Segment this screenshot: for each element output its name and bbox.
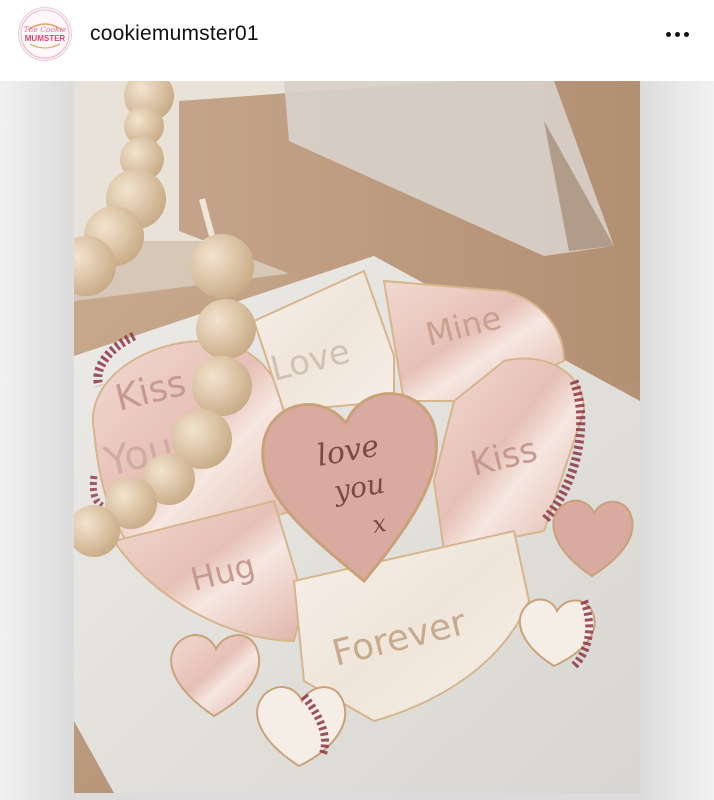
avatar-logo-icon: The Cookie MUMSTER [20,9,70,59]
ellipsis-icon [665,31,671,37]
post-photo[interactable]: Kiss You Love Mine Kiss Hug Forever love… [74,81,640,793]
post-header: The Cookie MUMSTER cookiemumster01 [0,0,714,70]
ellipsis-dot [683,31,689,37]
cookie-box-illustration: Kiss You Love Mine Kiss Hug Forever love… [74,81,640,793]
avatar-brand-text: MUMSTER [25,34,66,43]
profile-avatar[interactable]: The Cookie MUMSTER [18,7,72,61]
ellipsis-dot [674,31,680,37]
more-options-button[interactable] [660,22,694,46]
post-username[interactable]: cookiemumster01 [90,22,259,46]
avatar-script-text: The Cookie [24,25,67,34]
